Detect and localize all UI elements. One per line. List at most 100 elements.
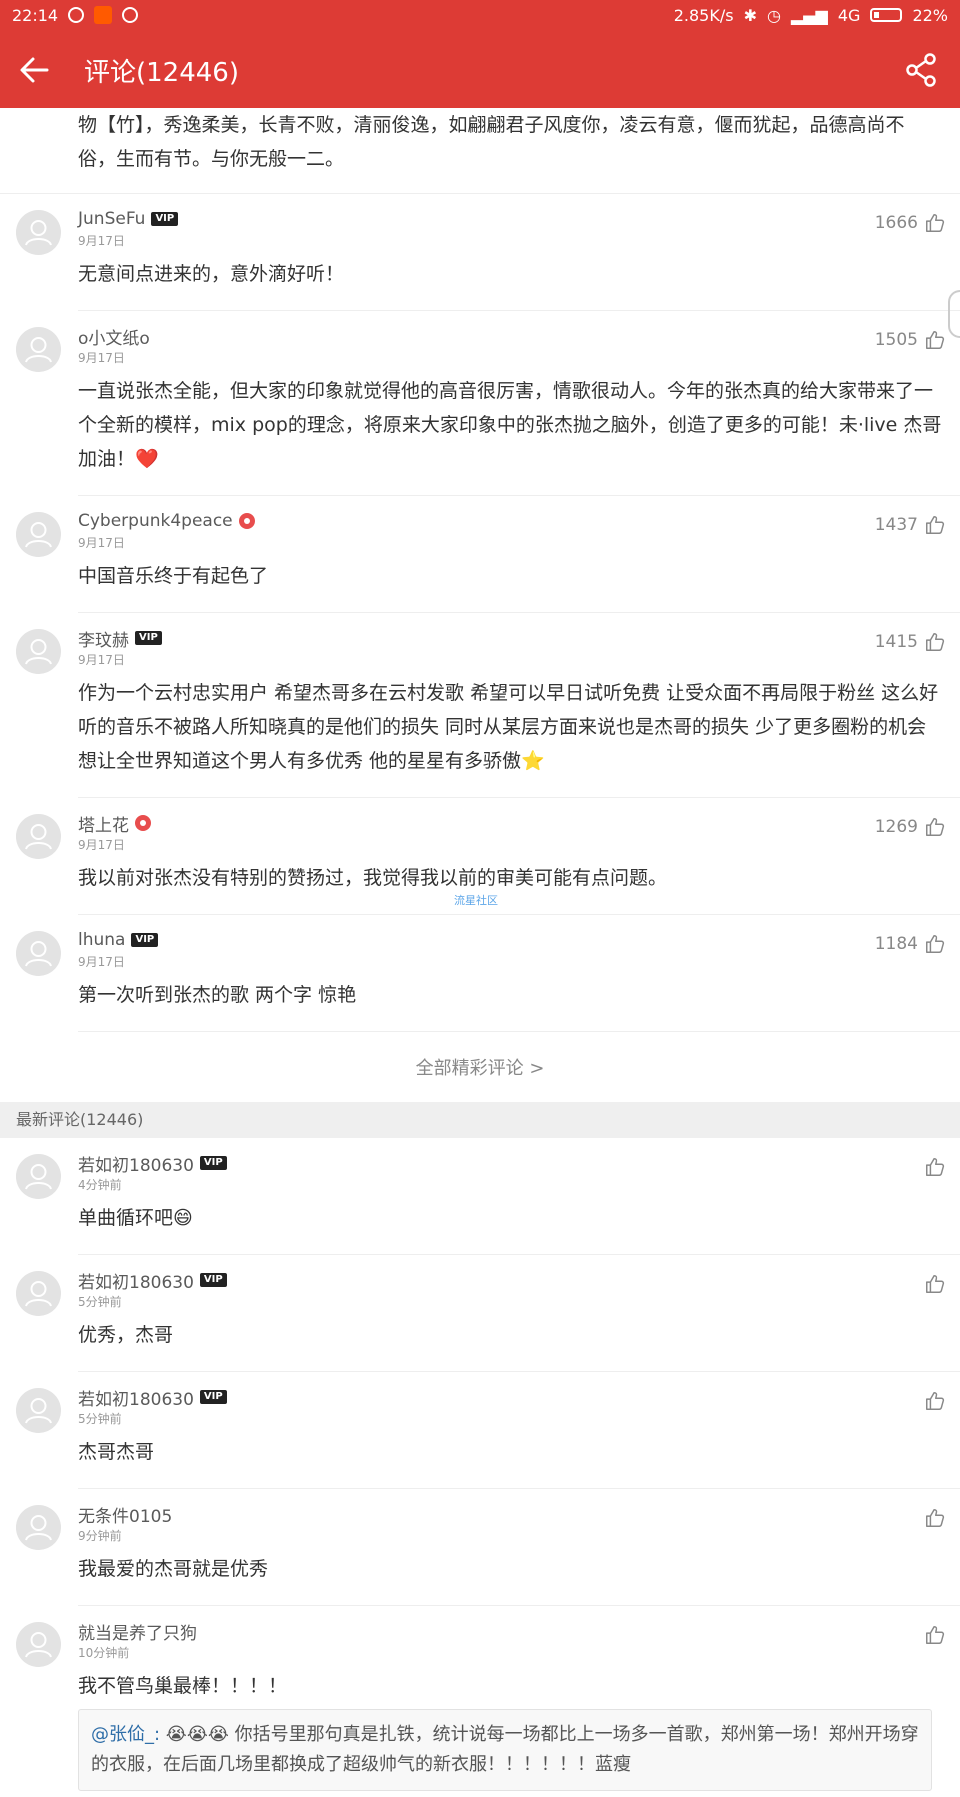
mention-link[interactable]: @张佡_: (91, 1724, 160, 1745)
comment-text: 作为一个云村忠实用户 希望杰哥多在云村发歌 希望可以早日试听免费 让受众面不再局… (78, 682, 939, 772)
avatar[interactable] (16, 210, 61, 255)
default-avatar-icon (16, 629, 61, 674)
comment-item[interactable]: 无条件0105 9分钟前 我最爱的杰哥就是优秀 (0, 1489, 960, 1606)
like-button[interactable] (924, 1273, 946, 1295)
comment-item[interactable]: 李玟赫 VIP 9月17日作为一个云村忠实用户 希望杰哥多在云村发歌 希望可以早日试… (0, 613, 960, 798)
back-arrow-icon (20, 57, 49, 83)
avatar[interactable] (16, 1388, 61, 1433)
like-button[interactable]: 1184 (875, 933, 946, 955)
default-avatar-icon (16, 327, 61, 372)
comment-date: 5分钟前 (78, 1295, 122, 1309)
like-button[interactable]: 1505 (875, 329, 946, 351)
share-button[interactable] (902, 50, 942, 90)
comment-date: 9月17日 (78, 653, 125, 667)
avatar[interactable] (16, 1154, 61, 1199)
avatar[interactable] (16, 1271, 61, 1316)
comment-text: 我以前对张杰没有特别的赞扬过，我觉得我以前的审美可能有点问题。 (78, 867, 668, 889)
vip-badge: VIP (199, 1390, 227, 1404)
default-avatar-icon (16, 1271, 61, 1316)
comment-date: 9月17日 (78, 351, 125, 365)
thumbs-up-icon (926, 1275, 945, 1293)
like-button[interactable]: 1269 (875, 816, 946, 838)
quoted-text: 😭😭😭 你括号里那句真是扎铁，统计说每一场都比上一场多一首歌，郑州第一场！郑州开… (91, 1724, 919, 1775)
username[interactable]: 若如初180630 (78, 1268, 194, 1293)
comment-text: 无意间点进来的，意外滴好听！ (78, 263, 345, 285)
comment-text: 一直说张杰全能，但大家的印象就觉得他的高音很厉害，情歌很动人。今年的张杰真的给大… (78, 380, 942, 470)
vip-badge: VIP (151, 212, 179, 226)
like-button[interactable] (924, 1156, 946, 1178)
like-count: 1666 (874, 213, 918, 233)
username[interactable]: 若如初180630 (78, 1385, 194, 1410)
back-button[interactable] (0, 42, 70, 98)
username[interactable]: 无条件0105 (78, 1502, 172, 1527)
comment-date: 9分钟前 (78, 1529, 122, 1543)
comment-date: 5分钟前 (78, 1412, 122, 1426)
comment-text: 杰哥杰哥 (78, 1441, 155, 1463)
status-bar: 22:14 2.85K/s ✱ ◷ ▂▄▆ 4G 22% (0, 0, 960, 30)
username[interactable]: Cyberpunk4peace (78, 511, 233, 531)
default-avatar-icon (16, 1505, 61, 1550)
like-button[interactable]: 1437 (875, 514, 946, 536)
like-count: 1184 (874, 934, 918, 954)
alarm-icon: ◷ (766, 5, 781, 25)
username[interactable]: lhuna (78, 930, 125, 950)
comment-item[interactable]: 若如初180630 VIP 5分钟前 优秀，杰哥 (0, 1255, 960, 1372)
thumbs-up-icon (926, 516, 945, 534)
thumbs-up-icon (926, 935, 945, 953)
comment-item[interactable]: JunSeFu VIP 9月17日 无意间点进来的，意外滴好听！ 1666 (0, 194, 960, 311)
app-notification-icon (94, 6, 113, 24)
username[interactable]: 李玟赫 (78, 626, 129, 651)
username[interactable]: o小文纸o (78, 324, 150, 349)
comment-date: 10分钟前 (78, 1646, 130, 1660)
latest-comments: 若如初180630 VIP 4分钟前 单曲循环吧😄 若如初180630 VIP 5分钟前 优秀… (0, 1138, 960, 1797)
avatar[interactable] (16, 512, 61, 557)
avatar[interactable] (16, 931, 61, 976)
avatar[interactable] (16, 629, 61, 674)
vip-badge: VIP (199, 1156, 227, 1170)
username[interactable]: JunSeFu (78, 209, 145, 229)
latest-comments-header: 最新评论(12446) (0, 1102, 960, 1138)
like-button[interactable] (924, 1507, 946, 1529)
vip-badge: VIP (135, 631, 162, 645)
avatar[interactable] (16, 1505, 61, 1550)
thumbs-up-icon (926, 1158, 945, 1176)
divider (78, 1031, 960, 1032)
comments-list: 物【竹】，秀逸柔美，长青不败，清丽俊逸，如翩翩君子风度你，凌云有意，偃而犹起，品… (0, 108, 960, 1797)
network-speed: 2.85K/s (673, 5, 734, 25)
comment-item[interactable]: Cyberpunk4peace 9月17日 中国音乐终于有起色了 1437 (0, 496, 960, 613)
avatar[interactable] (16, 327, 61, 372)
quoted-reply: @张佡_: 😭😭😭 你括号里那句真是扎铁，统计说每一场都比上一场多一首歌，郑州第… (78, 1709, 932, 1791)
like-button[interactable] (924, 1390, 946, 1412)
all-hot-comments-link[interactable]: 全部精彩评论 > (0, 1032, 960, 1102)
like-button[interactable] (924, 1624, 946, 1646)
thumbs-up-icon (926, 633, 945, 651)
side-pull-handle[interactable] (948, 290, 960, 338)
comment-item[interactable]: 若如初180630 VIP 5分钟前杰哥杰哥 (0, 1372, 960, 1489)
avatar[interactable] (16, 1622, 61, 1667)
username[interactable]: 塔上花 (78, 811, 129, 836)
comment-item[interactable]: 若如初180630 VIP 4分钟前 单曲循环吧😄 (0, 1138, 960, 1255)
watermark-text: 流星社区 (454, 894, 498, 907)
default-avatar-icon (16, 814, 61, 859)
notification-icon (68, 7, 85, 23)
comment-item[interactable]: 就当是养了只狗 10分钟前我不管鸟巢最棒！！！！ @张佡_: 😭😭😭 你括号里那句真… (0, 1606, 960, 1797)
like-button[interactable]: 1666 (875, 212, 946, 234)
username[interactable]: 若如初180630 (78, 1151, 194, 1176)
like-count: 1269 (874, 817, 918, 837)
comment-item[interactable]: o小文纸o 9月17日一直说张杰全能，但大家的印象就觉得他的高音很厉害，情歌很动人… (0, 311, 960, 496)
avatar[interactable] (16, 814, 61, 859)
comment-text: 我不管鸟巢最棒！！！！ (78, 1675, 288, 1697)
battery-icon (870, 8, 903, 22)
like-button[interactable]: 1415 (875, 631, 946, 653)
like-count: 1437 (874, 515, 918, 535)
share-icon (906, 53, 936, 87)
battery-level: 22% (912, 5, 948, 25)
thumbs-up-icon (926, 818, 945, 836)
default-avatar-icon (16, 1154, 61, 1199)
default-avatar-icon (16, 1388, 61, 1433)
username[interactable]: 就当是养了只狗 (78, 1619, 197, 1644)
comment-date: 9月17日 (78, 838, 125, 852)
default-avatar-icon (16, 931, 61, 976)
default-avatar-icon (16, 210, 61, 255)
comment-item[interactable]: lhuna VIP 9月17日 第一次听到张杰的歌 两个字 惊艳 1184 (0, 915, 960, 1032)
